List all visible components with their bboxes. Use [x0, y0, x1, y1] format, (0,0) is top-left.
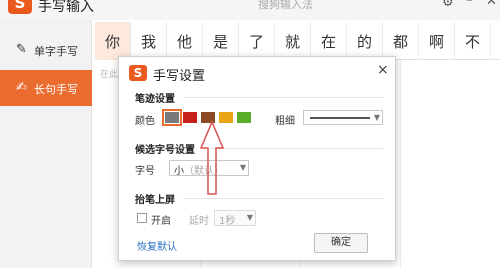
thickness-preview [310, 117, 370, 119]
candidate-item[interactable]: 是 [203, 22, 239, 60]
color-swatch-green[interactable] [237, 112, 251, 123]
dialog-title: 手写设置 [153, 69, 206, 84]
chevron-down-icon: ▼ [246, 213, 253, 222]
writing-hint: 在此 [100, 70, 119, 80]
candidate-item[interactable]: 的 [347, 22, 383, 60]
candidate-item[interactable]: 啊 [419, 22, 455, 60]
candidate-item[interactable]: 不 [455, 22, 491, 60]
candidate-item[interactable]: 了 [239, 22, 275, 60]
minimize-icon[interactable]: – [466, 0, 473, 8]
color-label: 颜色 [135, 116, 155, 127]
candidate-item[interactable]: 他 [167, 22, 203, 60]
section-divider [211, 148, 383, 149]
ok-button[interactable]: 确定 [314, 233, 368, 253]
delay-select[interactable]: 1秒 ▼ [214, 210, 256, 227]
candidate-item[interactable]: 就 [275, 22, 311, 60]
handwriting-icon: ✍ [16, 80, 27, 95]
enable-label: 开启 [151, 216, 171, 227]
pen-edit-icon: ✎ [16, 42, 27, 57]
gear-icon[interactable]: ⚙ [442, 0, 454, 10]
thickness-label: 粗细 [275, 116, 295, 127]
candidate-item[interactable]: 我 [131, 22, 167, 60]
candidate-item[interactable]: 你 [95, 22, 131, 60]
sogou-logo-icon: S [8, 0, 32, 14]
font-size-value: 小 [174, 166, 184, 177]
thickness-select[interactable]: ▼ [303, 110, 383, 125]
size-label: 字号 [135, 166, 155, 177]
color-swatch-red[interactable] [183, 112, 197, 123]
app-title: 手写输入 [38, 0, 94, 15]
sidebar-item-long-sentence[interactable]: ✍ 长句手写 [0, 70, 92, 106]
close-icon[interactable]: ✕ [486, 0, 497, 9]
color-swatch-gray[interactable] [162, 109, 182, 126]
handwriting-settings-dialog: S 手写设置 × 笔迹设置 颜色 粗细 ▼ 候选字号设置 字号 小 （默认） ▼… [118, 56, 396, 261]
delay-label: 延时 [189, 216, 209, 227]
dialog-close-icon[interactable]: × [377, 62, 389, 78]
up-arrow-annotation [199, 120, 225, 195]
window-subtitle: 搜狗输入法 [258, 0, 313, 11]
sidebar-item-label: 长句手写 [34, 83, 78, 96]
title-bar: S 手写输入 搜狗输入法 ⚙ – ✕ [0, 0, 500, 20]
chevron-down-icon: ▼ [373, 113, 380, 122]
section-title-stroke: 笔迹设置 [135, 94, 175, 105]
section-divider [183, 97, 383, 98]
section-title-lift-pen: 抬笔上屏 [135, 195, 175, 206]
sidebar-item-single-char[interactable]: ✎ 单字手写 [0, 32, 92, 68]
grid-divider [400, 60, 401, 268]
restore-defaults-link[interactable]: 恢复默认 [137, 238, 177, 253]
sidebar-item-label: 单字手写 [34, 45, 78, 58]
delay-value: 1秒 [219, 216, 236, 227]
section-title-font-size: 候选字号设置 [135, 145, 195, 156]
sogou-logo-icon: S [129, 65, 147, 81]
candidate-bar: 你 我 他 是 了 就 在 的 都 啊 不 [95, 22, 500, 60]
arrow-shape [199, 120, 225, 195]
candidate-item[interactable]: 在 [311, 22, 347, 60]
chevron-down-icon: ▼ [239, 163, 246, 172]
sidebar: ✎ 单字手写 ✍ 长句手写 [0, 20, 92, 268]
candidate-item[interactable]: 都 [383, 22, 419, 60]
enable-lift-checkbox[interactable] [137, 213, 147, 223]
